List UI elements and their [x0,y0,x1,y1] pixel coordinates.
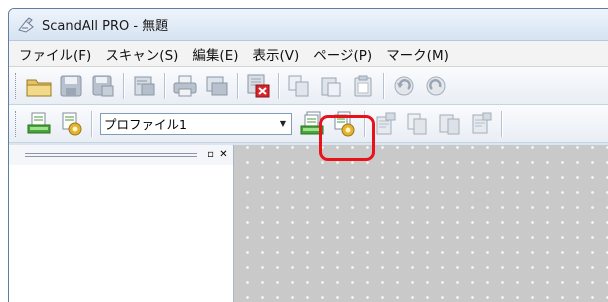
scan-settings-button[interactable] [55,108,87,140]
scan-icon [27,112,51,133]
paste-special-button[interactable] [315,70,347,102]
paste-special-icon [321,77,341,96]
paste-icon [354,75,372,96]
close-icon[interactable]: ✕ [218,149,229,161]
properties-button[interactable] [128,70,160,102]
page-copy-button[interactable] [401,108,433,140]
paste-button[interactable] [347,70,379,102]
thumbnail-pane[interactable]: ▫ ✕ [9,145,234,302]
copy-button[interactable] [283,70,315,102]
window-title: ScandAll PRO - 無題 [42,19,169,34]
toolbar-grip[interactable] [15,110,18,137]
print-preview-icon [206,76,228,95]
menu-mark[interactable]: マーク(M) [380,42,455,66]
toolbar-separator [123,72,124,99]
scan-button[interactable] [23,108,55,140]
menu-page[interactable]: ページ(P) [307,42,378,66]
page-replace-icon [472,112,492,133]
toolbar-separator [164,72,165,99]
properties-icon [134,76,155,95]
print-preview-button[interactable] [201,70,233,102]
pane-grip[interactable] [25,153,197,157]
title-bar: ScandAll PRO - 無題 [9,9,608,41]
workspace: ▫ ✕ [9,145,608,302]
toolbar-separator [278,72,279,99]
save-as-icon [92,75,114,96]
undo-button[interactable] [388,70,420,102]
redo-button[interactable] [420,70,452,102]
menu-file[interactable]: ファイル(F) [13,42,97,66]
page-insert-icon [376,112,396,134]
profile-dropdown-value: プロファイル1 [104,117,187,132]
open-folder-icon [26,79,52,96]
main-toolbar [9,67,608,105]
delete-icon [247,74,270,97]
profile-dropdown[interactable]: プロファイル1 ▼ [100,112,292,135]
copy-icon [288,75,309,96]
scan-toolbar: プロファイル1 ▼ [9,105,608,143]
save-as-button[interactable] [87,70,119,102]
open-button[interactable] [23,70,55,102]
page-copy-icon [407,113,427,134]
restore-icon[interactable]: ▫ [205,149,216,161]
document-view-area[interactable] [234,145,608,302]
print-button[interactable] [169,70,201,102]
menu-scan[interactable]: スキャン(S) [99,42,184,66]
thumbnail-pane-header[interactable]: ▫ ✕ [9,145,233,165]
toolbar-separator [91,110,92,137]
save-button[interactable] [55,70,87,102]
toolbar-separator [383,72,384,99]
scan-settings-icon [62,112,82,135]
app-window: ScandAll PRO - 無題 ファイル(F) スキャン(S) 編集(E) … [8,8,608,302]
undo-icon [394,76,414,95]
menu-bar: ファイル(F) スキャン(S) 編集(E) 表示(V) ページ(P) マーク(M… [9,41,608,67]
delete-button[interactable] [242,70,274,102]
page-replace-button[interactable] [465,108,497,140]
menu-view[interactable]: 表示(V) [247,42,306,66]
scan-profile-highlight [319,115,375,161]
toolbar-grip[interactable] [15,72,18,99]
save-icon [60,75,82,96]
toolbar-separator [501,110,502,137]
print-icon [173,75,197,96]
menu-edit[interactable]: 編集(E) [186,42,244,66]
scanner-app-icon [17,16,35,34]
chevron-down-icon[interactable]: ▼ [275,114,291,134]
page-move-icon [439,114,460,134]
toolbar-separator [237,72,238,99]
page-move-button[interactable] [433,108,465,140]
redo-icon [426,76,446,95]
